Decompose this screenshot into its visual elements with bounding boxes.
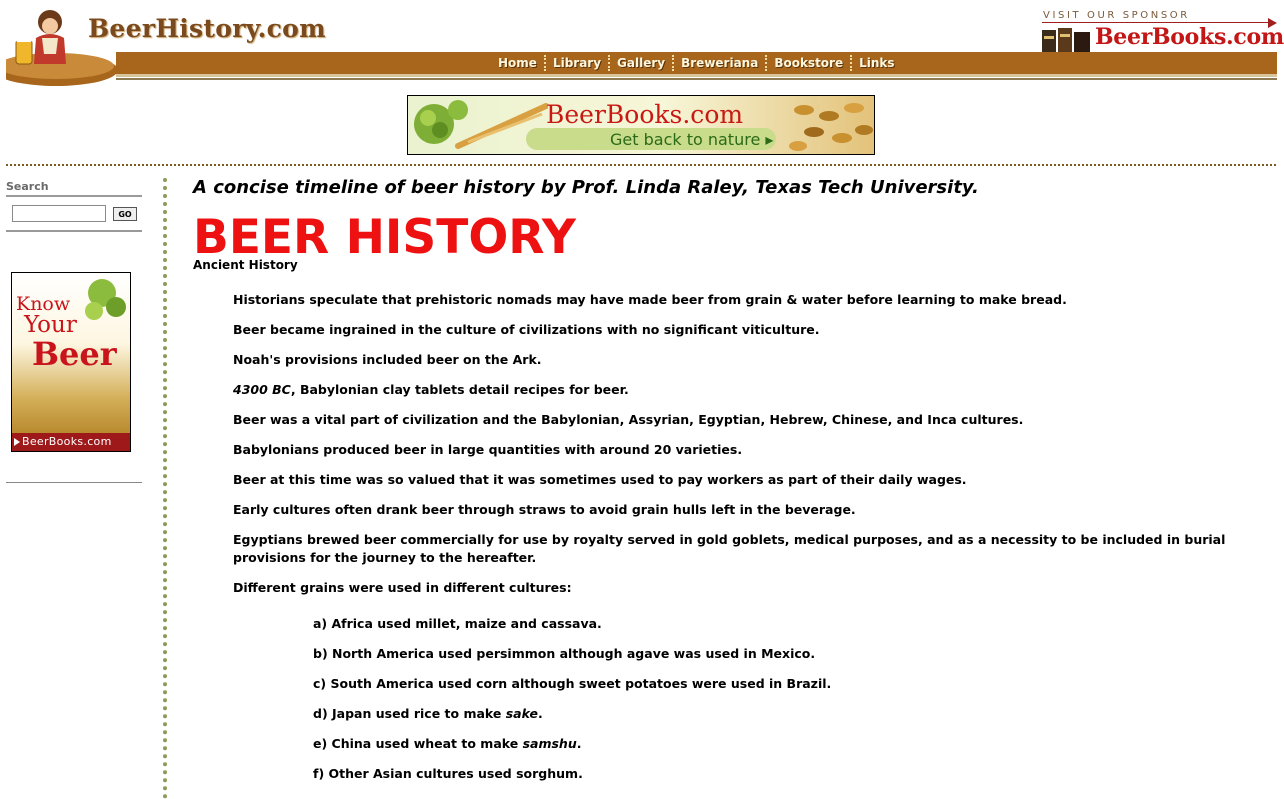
page-subtitle: A concise timeline of beer history by Pr… — [193, 177, 979, 198]
nav-bookstore[interactable]: Bookstore — [767, 56, 850, 70]
column-divider — [163, 178, 167, 799]
grain-item: d) Japan used rice to make sake. — [313, 706, 543, 721]
ad-line-beer: Beer — [32, 335, 117, 373]
grain-item: e) China used wheat to make samshu. — [313, 736, 582, 751]
header-divider — [6, 164, 1276, 166]
grain-item: a) Africa used millet, maize and cassava… — [313, 616, 602, 631]
search-label: Search — [6, 180, 49, 193]
know-your-beer-ad[interactable]: Know Your Beer BeerBooks.com — [11, 272, 131, 452]
main-nav: Home Library Gallery Breweriana Bookstor… — [491, 52, 902, 74]
hops-icon — [85, 279, 126, 320]
sponsor-link[interactable]: VISIT OUR SPONSOR BeerBooks.com — [1042, 8, 1284, 54]
nav-home[interactable]: Home — [491, 56, 544, 70]
date-em: 4300 BC — [233, 382, 291, 397]
paragraph: Beer was a vital part of civilization an… — [233, 412, 1024, 427]
search-input[interactable] — [12, 205, 106, 222]
page-title: BEER HISTORY — [193, 210, 576, 265]
paragraph: Egyptians brewed beer commercially for u… — [233, 532, 1226, 565]
books-icon — [1042, 28, 1090, 52]
nav-links[interactable]: Links — [852, 56, 901, 70]
paragraph: Noah's provisions included beer on the A… — [233, 352, 542, 367]
paragraph: Beer became ingrained in the culture of … — [233, 322, 820, 337]
search-go-button[interactable]: GO — [113, 207, 137, 221]
paragraph: Beer at this time was so valued that it … — [233, 472, 967, 487]
paragraph: Different grains were used in different … — [233, 580, 572, 595]
ad-footer-text: BeerBooks.com — [22, 435, 112, 448]
paragraph: Historians speculate that prehistoric no… — [233, 292, 1067, 307]
logo-text: BeerHistory.com — [88, 14, 326, 43]
grain-item: f) Other Asian cultures used sorghum. — [313, 766, 583, 781]
grain-item: c) South America used corn although swee… — [313, 676, 832, 691]
banner-title: BeerBooks.com — [546, 100, 744, 129]
ad-footer: BeerBooks.com — [12, 433, 130, 451]
nav-library[interactable]: Library — [546, 56, 608, 70]
banner-tagline: Get back to nature ▸ — [610, 130, 774, 149]
sponsor-name: BeerBooks.com — [1095, 24, 1284, 50]
site-header: BeerHistory.com Home Library Gallery Bre… — [0, 0, 1284, 92]
sponsor-caption: VISIT OUR SPONSOR — [1043, 10, 1190, 21]
nav-breweriana[interactable]: Breweriana — [674, 56, 765, 70]
arrow-right-icon — [14, 438, 20, 446]
paragraph: Babylonians produced beer in large quant… — [233, 442, 743, 457]
paragraph: 4300 BC, Babylonian clay tablets detail … — [233, 382, 629, 397]
section-heading: Ancient History — [193, 258, 298, 272]
paragraph: Early cultures often drank beer through … — [233, 502, 856, 517]
barley-grains-icon — [789, 103, 873, 151]
grain-item: b) North America used persimmon although… — [313, 646, 816, 661]
nav-gallery[interactable]: Gallery — [610, 56, 672, 70]
beerbooks-banner-ad[interactable]: BeerBooks.com Get back to nature ▸ — [407, 95, 875, 155]
